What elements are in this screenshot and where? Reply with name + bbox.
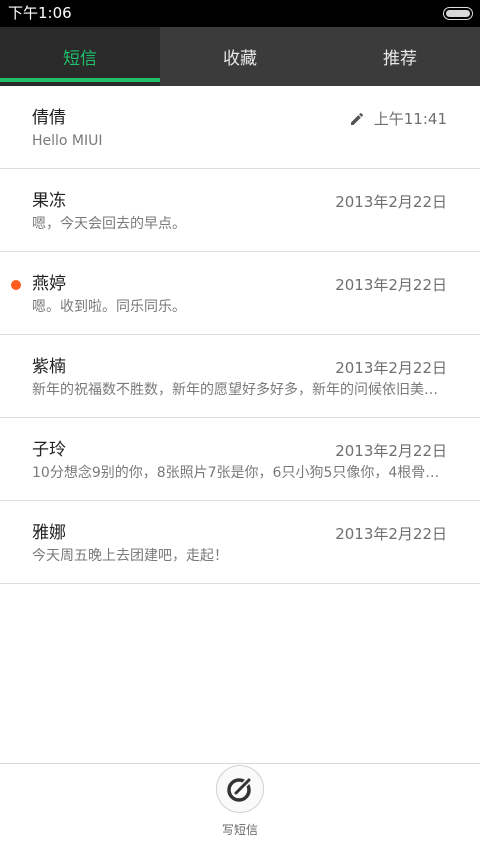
- date-text: 2013年2月22日: [335, 525, 447, 543]
- contact-name: 倩倩: [32, 108, 66, 128]
- date-text: 2013年2月22日: [335, 359, 447, 377]
- tab-messages[interactable]: 短信: [0, 27, 160, 86]
- contact-name: 紫楠: [32, 357, 66, 377]
- message-time: 上午11:41: [349, 109, 447, 129]
- message-time: 2013年2月22日: [335, 192, 447, 212]
- status-time: 下午1:06: [8, 4, 72, 22]
- conversation-item[interactable]: 紫楠 新年的祝福数不胜数，新年的愿望好多好多，新年的问候依旧美好，新年的 201…: [0, 335, 480, 418]
- status-bar: 下午1:06: [0, 0, 480, 27]
- unread-dot-icon: [11, 280, 21, 290]
- pencil-icon: [350, 112, 363, 125]
- conversation-item[interactable]: 果冻 嗯，今天会回去的早点。 2013年2月22日: [0, 169, 480, 252]
- battery-level: [446, 10, 470, 17]
- conversation-list: 倩倩 Hello MIUI 上午11:41 果冻 嗯，今天会回去的早点。 201…: [0, 86, 480, 584]
- tab-bar: 短信 收藏 推荐: [0, 27, 480, 86]
- tab-label: 推荐: [383, 49, 417, 69]
- compose-label: 写短信: [221, 823, 258, 837]
- tab-label: 收藏: [223, 49, 257, 69]
- message-time: 2013年2月22日: [335, 441, 447, 461]
- compose-icon: [227, 777, 252, 802]
- conversation-item[interactable]: 倩倩 Hello MIUI 上午11:41: [0, 86, 480, 169]
- date-text: 2013年2月22日: [335, 276, 447, 294]
- message-preview: 嗯，今天会回去的早点。: [32, 216, 186, 232]
- tab-active-indicator: [0, 78, 160, 82]
- message-preview: 嗯。收到啦。同乐同乐。: [32, 299, 186, 315]
- message-time: 2013年2月22日: [335, 358, 447, 378]
- conversation-item[interactable]: 子玲 10分想念9别的你，8张照片7张是你，6只小狗5只像你，4根骨头3根给你 …: [0, 418, 480, 501]
- bottom-bar: 写短信: [0, 763, 480, 853]
- conversation-item[interactable]: 雅娜 今天周五晚上去团建吧，走起！ 2013年2月22日: [0, 501, 480, 584]
- contact-name: 雅娜: [32, 523, 66, 543]
- tab-label: 短信: [63, 49, 97, 69]
- message-time: 2013年2月22日: [335, 524, 447, 544]
- message-preview: Hello MIUI: [32, 133, 103, 149]
- message-preview: 新年的祝福数不胜数，新年的愿望好多好多，新年的问候依旧美好，新年的: [32, 382, 447, 398]
- battery-icon: [443, 7, 473, 20]
- conversation-item[interactable]: 燕婷 嗯。收到啦。同乐同乐。 2013年2月22日: [0, 252, 480, 335]
- contact-name: 燕婷: [32, 274, 66, 294]
- tab-favorites[interactable]: 收藏: [160, 27, 320, 86]
- message-time: 2013年2月22日: [335, 275, 447, 295]
- compose-button[interactable]: [216, 765, 264, 813]
- message-preview: 今天周五晚上去团建吧，走起！: [32, 548, 228, 564]
- contact-name: 果冻: [32, 191, 66, 211]
- message-preview: 10分想念9别的你，8张照片7张是你，6只小狗5只像你，4根骨头3根给你: [32, 465, 447, 481]
- tab-recommended[interactable]: 推荐: [320, 27, 480, 86]
- date-text: 2013年2月22日: [335, 193, 447, 211]
- date-text: 2013年2月22日: [335, 442, 447, 460]
- contact-name: 子玲: [32, 440, 66, 460]
- date-text: 上午11:41: [373, 110, 447, 128]
